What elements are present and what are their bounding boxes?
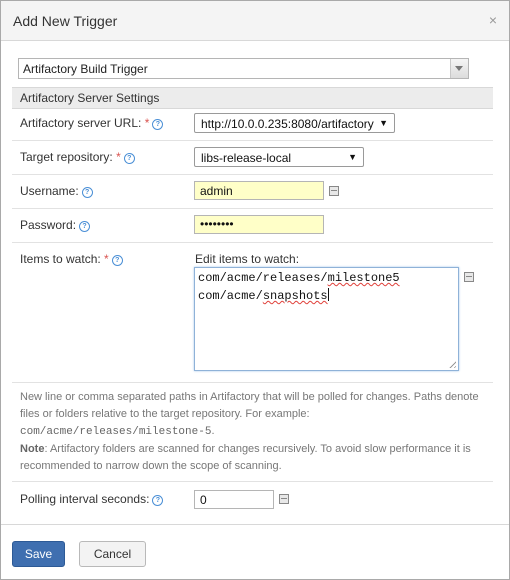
- textarea-line: com/acme/releases/milestone5: [198, 271, 400, 285]
- required-marker: *: [144, 116, 150, 130]
- dialog-titlebar: Add New Trigger ×: [1, 1, 509, 41]
- target-repo-label: Target repository: *?: [20, 150, 135, 164]
- edit-items-label: Edit items to watch:: [195, 252, 300, 266]
- polling-interval-value: 0: [200, 493, 207, 507]
- required-marker: *: [104, 252, 109, 266]
- save-button[interactable]: Save: [12, 541, 65, 567]
- password-label-text: Password:: [20, 218, 77, 232]
- row-divider: [12, 481, 493, 482]
- help-icon[interactable]: ?: [123, 153, 135, 164]
- trigger-type-value: Artifactory Build Trigger: [23, 62, 148, 76]
- password-input[interactable]: ••••••••: [194, 215, 324, 234]
- field-options-icon[interactable]: [464, 272, 474, 282]
- items-to-watch-label: Items to watch: *?: [20, 252, 123, 266]
- close-icon[interactable]: ×: [489, 12, 497, 28]
- target-repo-value: libs-release-local: [201, 151, 292, 165]
- row-divider: [12, 242, 493, 243]
- chevron-down-icon[interactable]: [450, 59, 468, 78]
- username-label-text: Username:: [20, 184, 79, 198]
- field-options-icon[interactable]: [329, 186, 339, 196]
- path-prefix: com/acme/releases/: [198, 271, 328, 285]
- row-divider: [12, 140, 493, 141]
- polling-label-text: Polling interval seconds:: [20, 492, 150, 506]
- password-value: ••••••••: [200, 217, 234, 231]
- cancel-button[interactable]: Cancel: [79, 541, 146, 567]
- server-url-value: http://10.0.0.235:8080/artifactory: [201, 117, 374, 131]
- chevron-down-icon: ▼: [379, 118, 388, 128]
- polling-interval-input[interactable]: 0: [194, 490, 274, 509]
- row-divider: [12, 208, 493, 209]
- row-divider: [12, 382, 493, 383]
- note-text: : Artifactory folders are scanned for ch…: [20, 443, 471, 472]
- add-trigger-dialog: Add New Trigger × Artifactory Build Trig…: [0, 0, 510, 580]
- help-icon[interactable]: ?: [111, 255, 123, 266]
- server-url-select[interactable]: http://10.0.0.235:8080/artifactory ▼: [194, 113, 395, 133]
- trigger-type-select[interactable]: Artifactory Build Trigger: [18, 58, 469, 79]
- chevron-down-icon: ▼: [348, 152, 357, 162]
- help-icon[interactable]: ?: [79, 221, 91, 232]
- misspelled-word: snapshots: [262, 289, 328, 303]
- misspelled-word: milestone5: [327, 271, 400, 285]
- polling-label: Polling interval seconds:?: [20, 492, 164, 506]
- example-path: com/acme/releases/milestone-5: [20, 426, 212, 438]
- username-input[interactable]: admin: [194, 181, 324, 200]
- path-prefix: com/acme/: [198, 289, 263, 303]
- required-marker: *: [116, 150, 121, 164]
- row-divider: [12, 174, 493, 175]
- text-cursor: [327, 288, 329, 301]
- password-label: Password:?: [20, 218, 91, 232]
- help-paragraph: New line or comma separated paths in Art…: [20, 391, 479, 420]
- example-suffix: .: [211, 425, 215, 437]
- target-repo-label-text: Target repository:: [20, 150, 113, 164]
- username-value: admin: [200, 184, 233, 198]
- help-icon[interactable]: ?: [152, 495, 164, 506]
- section-header: Artifactory Server Settings: [12, 87, 493, 109]
- server-url-label-text: Artifactory server URL:: [20, 116, 142, 130]
- footer-divider: [1, 524, 509, 525]
- items-to-watch-textarea[interactable]: com/acme/releases/milestone5 com/acme/sn…: [194, 267, 459, 371]
- note-label: Note: [20, 443, 45, 455]
- server-url-label: Artifactory server URL: *?: [20, 116, 164, 130]
- resize-handle-icon[interactable]: [447, 359, 456, 368]
- help-icon[interactable]: ?: [152, 119, 164, 130]
- section-title: Artifactory Server Settings: [20, 91, 160, 105]
- help-description: New line or comma separated paths in Art…: [20, 389, 490, 475]
- target-repo-select[interactable]: libs-release-local ▼: [194, 147, 364, 167]
- help-icon[interactable]: ?: [81, 187, 93, 198]
- username-label: Username:?: [20, 184, 93, 198]
- field-options-icon[interactable]: [279, 494, 289, 504]
- items-to-watch-label-text: Items to watch:: [20, 252, 101, 266]
- textarea-line: com/acme/snapshots: [198, 288, 329, 303]
- dialog-title: Add New Trigger: [13, 13, 118, 29]
